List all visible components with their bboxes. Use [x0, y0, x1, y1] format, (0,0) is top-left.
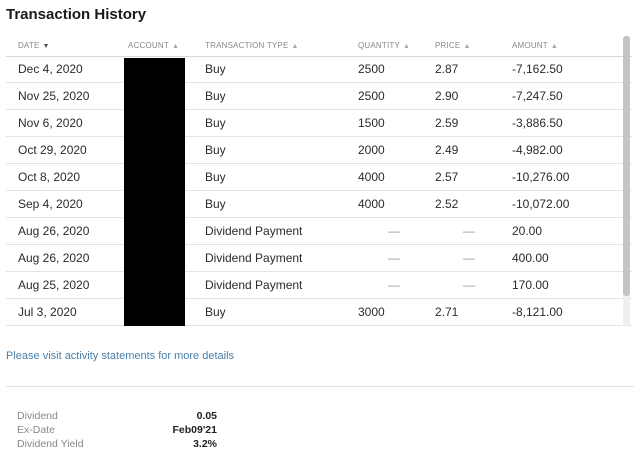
cell-type: Buy [205, 305, 226, 319]
cell-price: 2.57 [435, 170, 459, 184]
cell-amount: 20.00 [512, 224, 543, 238]
header-account-label: ACCOUNT [128, 41, 169, 50]
dividend-yield-value: 3.2% [193, 438, 217, 450]
header-amount[interactable]: AMOUNT ▲ [512, 41, 558, 50]
cell-type: Buy [205, 170, 226, 184]
sort-up-icon: ▲ [463, 43, 471, 50]
cell-amount: 400.00 [512, 251, 549, 265]
cell-quantity: 2500 [358, 62, 385, 76]
activity-statements-link[interactable]: Please visit activity statements for mor… [6, 350, 234, 362]
cell-type: Dividend Payment [205, 224, 303, 238]
cell-date: Aug 25, 2020 [18, 278, 90, 292]
cell-date: Nov 25, 2020 [18, 89, 90, 103]
sort-up-icon: ▲ [171, 43, 180, 50]
cell-quantity: 4000 [358, 170, 385, 184]
section-title: Transaction History [6, 6, 147, 23]
cell-type: Buy [205, 89, 226, 103]
dividend-yield-label: Dividend Yield [17, 438, 84, 450]
cell-quantity: 4000 [358, 197, 385, 211]
cell-date: Sep 4, 2020 [18, 197, 83, 211]
transaction-table: DATE ▼ ACCOUNT ▲ TRANSACTION TYPE ▲ QUANTIT… [6, 34, 632, 326]
cell-price: 2.71 [435, 305, 459, 319]
cell-amount: -7,162.50 [512, 62, 563, 76]
header-quantity-label: QUANTITY [358, 41, 401, 50]
cell-amount: -3,886.50 [512, 116, 563, 130]
cell-type: Dividend Payment [205, 251, 303, 265]
header-amount-label: AMOUNT [512, 41, 548, 50]
header-quantity[interactable]: QUANTITY ▲ [358, 41, 410, 50]
cell-amount: -4,982.00 [512, 143, 563, 157]
cell-date: Oct 29, 2020 [18, 143, 87, 157]
transaction-history-panel: Transaction History DATE ▼ ACCOUNT ▲ TRANS… [0, 0, 640, 464]
table-row: Nov 6, 2020 Buy 1500 2.59 -3,886.50 [6, 110, 632, 137]
header-date[interactable]: DATE ▼ [18, 41, 50, 50]
cell-date: Aug 26, 2020 [18, 251, 90, 265]
table-row: Jul 3, 2020 Buy 3000 2.71 -8,121.00 [6, 299, 632, 326]
cell-quantity: 3000 [358, 305, 385, 319]
cell-quantity: 2000 [358, 143, 385, 157]
stat-ex-date: Ex-Date Feb09'21 [17, 424, 217, 438]
cell-quantity: — [388, 251, 400, 265]
cell-price: 2.59 [435, 116, 459, 130]
sort-up-icon: ▲ [291, 43, 299, 50]
cell-quantity: 2500 [358, 89, 385, 103]
cell-price: — [463, 278, 475, 292]
cell-quantity: — [388, 224, 400, 238]
cell-amount: -10,276.00 [512, 170, 570, 184]
table-header: DATE ▼ ACCOUNT ▲ TRANSACTION TYPE ▲ QUANTIT… [6, 34, 632, 57]
header-price-label: PRICE [435, 41, 461, 50]
sort-down-icon: ▼ [42, 43, 50, 50]
cell-type: Buy [205, 62, 226, 76]
cell-date: Aug 26, 2020 [18, 224, 90, 238]
cell-date: Jul 3, 2020 [18, 305, 77, 319]
account-redaction-block [124, 58, 185, 326]
cell-price: 2.87 [435, 62, 459, 76]
table-row: Dec 4, 2020 Buy 2500 2.87 -7,162.50 [6, 56, 632, 83]
cell-amount: 170.00 [512, 278, 549, 292]
stat-dividend: Dividend 0.05 [17, 410, 217, 424]
cell-price: — [463, 251, 475, 265]
table-row: Oct 29, 2020 Buy 2000 2.49 -4,982.00 [6, 137, 632, 164]
ex-date-value: Feb09'21 [172, 424, 217, 436]
table-row: Aug 25, 2020 Dividend Payment — — 170.00 [6, 272, 632, 299]
cell-price: 2.49 [435, 143, 459, 157]
cell-price: — [463, 224, 475, 238]
cell-amount: -7,247.50 [512, 89, 563, 103]
dividend-stats: Dividend 0.05 Ex-Date Feb09'21 Dividend … [17, 410, 217, 452]
table-row: Oct 8, 2020 Buy 4000 2.57 -10,276.00 [6, 164, 632, 191]
header-type-label: TRANSACTION TYPE [205, 41, 289, 50]
cell-date: Nov 6, 2020 [18, 116, 83, 130]
cell-type: Buy [205, 197, 226, 211]
table-row: Aug 26, 2020 Dividend Payment — — 20.00 [6, 218, 632, 245]
cell-quantity: — [388, 278, 400, 292]
cell-type: Buy [205, 143, 226, 157]
cell-price: 2.52 [435, 197, 459, 211]
table-scrollbar[interactable] [623, 36, 630, 326]
cell-type: Dividend Payment [205, 278, 303, 292]
cell-quantity: 1500 [358, 116, 385, 130]
stat-dividend-yield: Dividend Yield 3.2% [17, 438, 217, 452]
header-transaction-type[interactable]: TRANSACTION TYPE ▲ [205, 41, 299, 50]
cell-type: Buy [205, 116, 226, 130]
header-account[interactable]: ACCOUNT ▲ [128, 41, 179, 50]
sort-up-icon: ▲ [403, 43, 411, 50]
dividend-value: 0.05 [196, 410, 217, 422]
table-row: Aug 26, 2020 Dividend Payment — — 400.00 [6, 245, 632, 272]
cell-date: Dec 4, 2020 [18, 62, 83, 76]
table-row: Nov 25, 2020 Buy 2500 2.90 -7,247.50 [6, 83, 632, 110]
cell-price: 2.90 [435, 89, 459, 103]
ex-date-label: Ex-Date [17, 424, 55, 436]
cell-amount: -8,121.00 [512, 305, 563, 319]
table-row: Sep 4, 2020 Buy 4000 2.52 -10,072.00 [6, 191, 632, 218]
cell-date: Oct 8, 2020 [18, 170, 81, 184]
table-body: Dec 4, 2020 Buy 2500 2.87 -7,162.50 Nov … [6, 56, 632, 326]
header-price[interactable]: PRICE ▲ [435, 41, 471, 50]
cell-amount: -10,072.00 [512, 197, 570, 211]
divider [6, 386, 634, 387]
dividend-label: Dividend [17, 410, 58, 422]
sort-up-icon: ▲ [550, 43, 559, 50]
header-date-label: DATE [18, 41, 40, 50]
scrollbar-thumb[interactable] [623, 36, 630, 296]
